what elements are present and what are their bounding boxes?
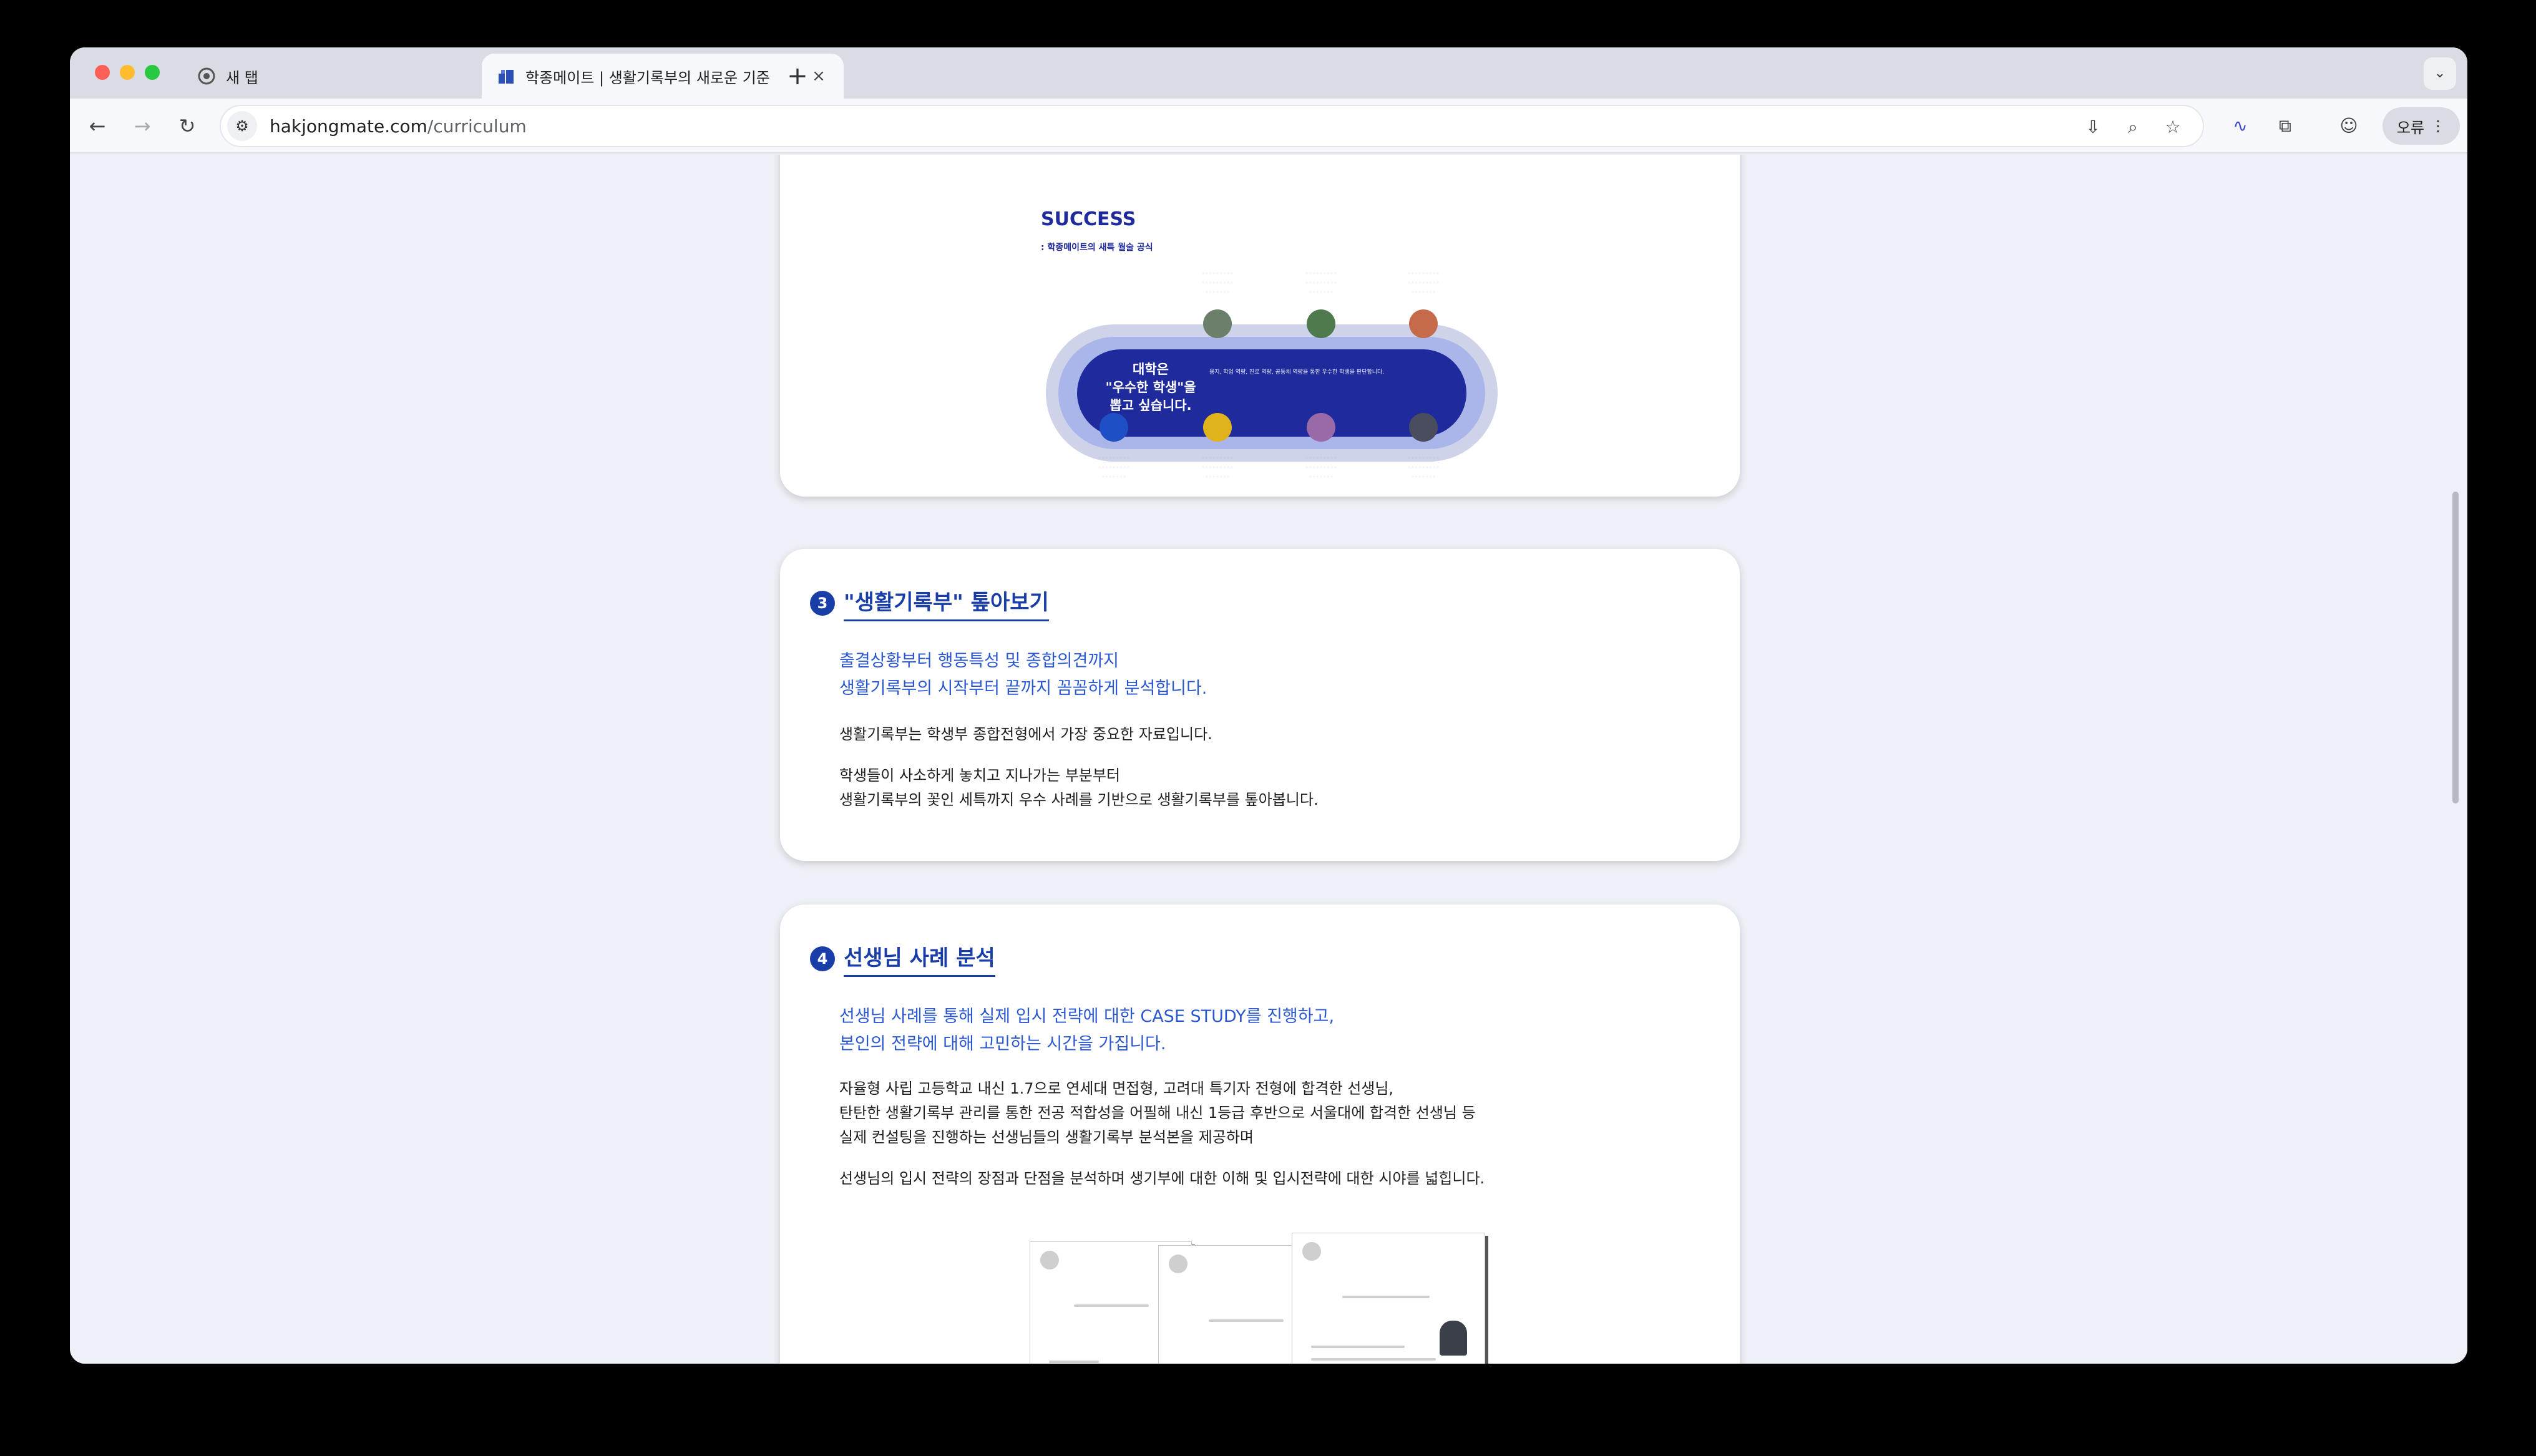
site-settings-icon[interactable]: ⚙ (227, 111, 257, 141)
browser-toolbar: ← → ↻ ⚙ hakjongmate.com/curriculum ⇩ ⌕ ☆… (70, 99, 2467, 153)
diagram-caption-bottom-4: · · · · · · · · · · · · · · · · · · · · · … (1408, 455, 1439, 480)
success-formula-diagram: SUCCESS : 학종메이트의 새특 월술 공식 대학은 "우수한 학생"을 … (1041, 208, 1503, 504)
extensions-puzzle-icon[interactable]: ⧉ (2271, 112, 2299, 140)
section-body-text: 생활기록부의 꽃인 세특까지 우수 사례를 기반으로 생활기록부를 톺아봅니다. (839, 791, 1319, 808)
chrome-icon (197, 67, 216, 85)
section-body-text: 생활기록부는 학생부 종합전형에서 가장 중요한 자료입니다. (839, 726, 1212, 743)
profile-button[interactable]: 오류 ⋮ (2382, 107, 2460, 145)
avatar[interactable]: ☺ (2335, 112, 2363, 140)
bookmark-star-icon[interactable]: ☆ (2160, 115, 2185, 140)
diagram-heading: SUCCESS (1041, 208, 1136, 230)
tab-search-button[interactable]: ⌄ (2424, 57, 2456, 90)
diagram-node-structure (1203, 309, 1232, 338)
diagram-node-upgrade (1307, 309, 1335, 338)
reload-button[interactable]: ↻ (172, 111, 202, 141)
minimize-window-button[interactable] (120, 65, 135, 80)
section-number-badge: 4 (810, 946, 835, 971)
url-path: /curriculum (427, 115, 527, 137)
tab-title: 학종메이트 | 생활기록부의 새로운 기준 (525, 69, 770, 87)
section-title: "생활기록부" 톺아보기 (844, 585, 1049, 621)
diagram-caption-top-1: · · · · · · · · · · · · · · · · · · · · · … (1202, 271, 1233, 296)
section-lead-line: 선생님 사례를 통해 실제 입시 전략에 대한 CASE STUDY를 진행하고… (839, 1007, 1335, 1026)
diagram-caption-bottom-3: · · · · · · · · · · · · · · · · · · · · · … (1305, 455, 1337, 480)
diagram-node-capture (1409, 413, 1438, 442)
section-body-text: 선생님의 입시 전략의 장점과 단점을 분석하며 생기부에 대한 이해 및 입시… (839, 1170, 1485, 1187)
section-body-text: 실제 컨설팅을 진행하는 선생님들의 생활기록부 분석본을 제공하며 (839, 1128, 1254, 1146)
student-photo (1440, 1321, 1467, 1356)
new-tab-button[interactable]: + (781, 60, 814, 92)
forward-button[interactable]: → (127, 111, 157, 141)
close-window-button[interactable] (95, 65, 110, 80)
back-button[interactable]: ← (82, 111, 112, 141)
diagram-caption-top-2: · · · · · · · · · · · · · · · · · · · · · … (1305, 271, 1337, 296)
profile-label: 오류 (2396, 119, 2425, 137)
page-content: SUCCESS : 학종메이트의 새특 월술 공식 대학은 "우수한 학생"을 … (70, 155, 2467, 1364)
browser-window: 새 탭 × 학종메이트 | 생활기록부의 새로운 기준 × + ⌄ ← → ↻ … (70, 47, 2467, 1364)
diagram-node-creation (1409, 309, 1438, 338)
diagram-node-evidence (1307, 413, 1335, 442)
page-scrollbar[interactable] (2452, 492, 2459, 803)
diagram-core-text: 용지, 학업 역량, 진로 역량, 공동체 역량을 통한 우수한 학생을 판단합… (1209, 369, 1385, 376)
section-lead-line: 생활기록부의 시작부터 끝까지 꼼꼼하게 분석합니다. (839, 679, 1207, 698)
diagram-caption-bottom-1: · · · · · · · · · · · · · · · · · · · · · … (1098, 455, 1129, 480)
section-body-text: 자율형 사립 고등학교 내신 1.7으로 연세대 면접형, 고려대 특기자 전형… (839, 1080, 1394, 1097)
curriculum-card-2: SUCCESS : 학종메이트의 새특 월술 공식 대학은 "우수한 학생"을 … (780, 155, 1740, 497)
section-number-badge: 3 (810, 591, 835, 616)
diagram-caption-bottom-2: · · · · · · · · · · · · · · · · · · · · · … (1202, 455, 1233, 480)
section-title: 선생님 사례 분석 (844, 941, 995, 977)
zoom-icon[interactable]: ⌕ (2120, 115, 2145, 140)
tab-title: 새 탭 (226, 69, 258, 87)
hakjongmate-icon (497, 67, 515, 85)
curriculum-card-4: 4 선생님 사례 분석 선생님 사례를 통해 실제 입시 전략에 대한 CASE… (780, 905, 1740, 1364)
diagram-caption-top-3: · · · · · · · · · · · · · · · · · · · · · … (1408, 271, 1439, 296)
section-body-text: 탄탄한 생활기록부 관리를 통한 전공 적합성을 어필해 내신 1등급 후반으로… (839, 1104, 1476, 1122)
diagram-node-support (1203, 413, 1232, 442)
zoom-window-button[interactable] (145, 65, 160, 80)
address-bar[interactable]: ⚙ hakjongmate.com/curriculum ⇩ ⌕ ☆ (220, 105, 2204, 147)
curriculum-card-3: 3 "생활기록부" 톺아보기 출결상황부터 행동특성 및 종합의견까지 생활기록… (780, 549, 1740, 861)
diagram-subheading: : 학종메이트의 새특 월술 공식 (1041, 243, 1153, 253)
diagram-core-title: 대학은 "우수한 학생"을 뽑고 싶습니다. (1105, 362, 1196, 413)
url-text: hakjongmate.com/curriculum (270, 116, 527, 137)
section-lead-line: 출결상황부터 행동특성 및 종합의견까지 (839, 651, 1119, 671)
more-menu-icon[interactable]: ⋮ (2431, 117, 2446, 135)
section-body-text: 학생들이 사소하게 놓치고 지나가는 부분부터 (839, 767, 1121, 784)
diagram-node-study (1100, 413, 1128, 442)
record-document (1292, 1233, 1485, 1364)
install-app-icon[interactable]: ⇩ (2080, 115, 2105, 140)
extension-icon[interactable]: ∿ (2226, 112, 2254, 140)
record-document-images (1030, 1229, 1498, 1364)
url-host: hakjongmate.com (270, 115, 427, 137)
tab-strip: 새 탭 × 학종메이트 | 생활기록부의 새로운 기준 × + ⌄ (70, 47, 2467, 99)
section-lead-line: 본인의 전략에 대해 고민하는 시간을 가집니다. (839, 1034, 1166, 1054)
